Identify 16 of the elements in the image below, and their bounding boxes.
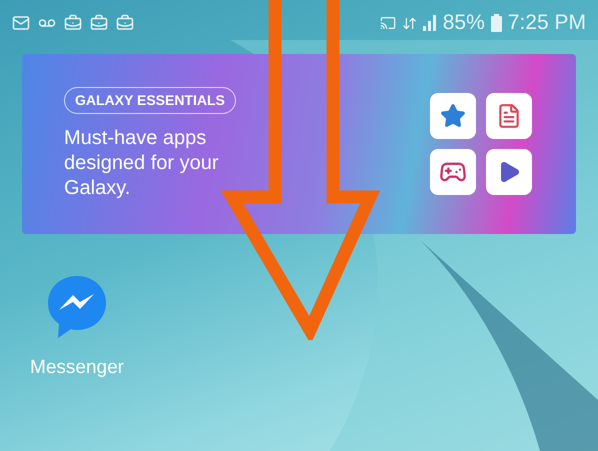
galaxy-essentials-badge: GALAXY ESSENTIALS — [64, 87, 236, 114]
data-arrows-icon — [402, 16, 417, 30]
briefcase-icon — [116, 14, 134, 32]
star-icon — [440, 103, 466, 129]
briefcase-icon — [90, 14, 108, 32]
clock-time: 7:25 PM — [508, 10, 586, 36]
chat-bubble-lightning-icon[interactable] — [46, 274, 108, 340]
battery-icon — [490, 14, 502, 32]
mail-icon — [12, 14, 30, 32]
cast-icon — [380, 15, 396, 31]
app-label[interactable]: Messenger — [30, 354, 124, 382]
signal-icon — [422, 15, 437, 31]
galaxy-essentials-banner[interactable]: GALAXY ESSENTIALS Must-have apps designed for your Galaxy. — [22, 54, 576, 234]
briefcase-icon — [64, 14, 82, 32]
banner-headline: Must-have apps designed for your Galaxy. — [64, 126, 220, 201]
battery-percent: 85% — [442, 10, 485, 36]
